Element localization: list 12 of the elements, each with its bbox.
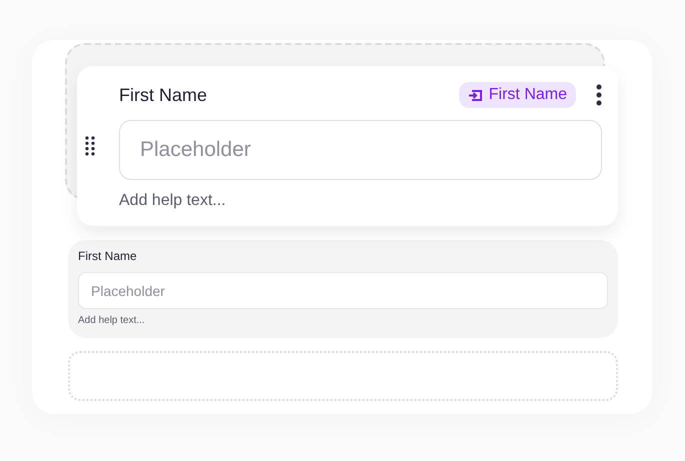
dragged-field-card[interactable]: First Name First Name Placeholder Add help text... — [77, 66, 618, 226]
field-icon — [468, 88, 483, 102]
input-field[interactable]: Placeholder — [119, 120, 602, 180]
more-icon[interactable] — [596, 84, 602, 106]
field-card[interactable]: First Name Placeholder Add help text... — [68, 240, 618, 338]
input-field[interactable]: Placeholder — [78, 272, 608, 309]
help-text[interactable]: Add help text... — [78, 315, 608, 326]
field-label: First Name — [119, 84, 208, 106]
help-text[interactable]: Add help text... — [119, 192, 602, 210]
drag-handle-icon[interactable] — [85, 136, 95, 156]
field-label: First Name — [78, 249, 138, 263]
field-tag: First Name — [458, 82, 576, 108]
